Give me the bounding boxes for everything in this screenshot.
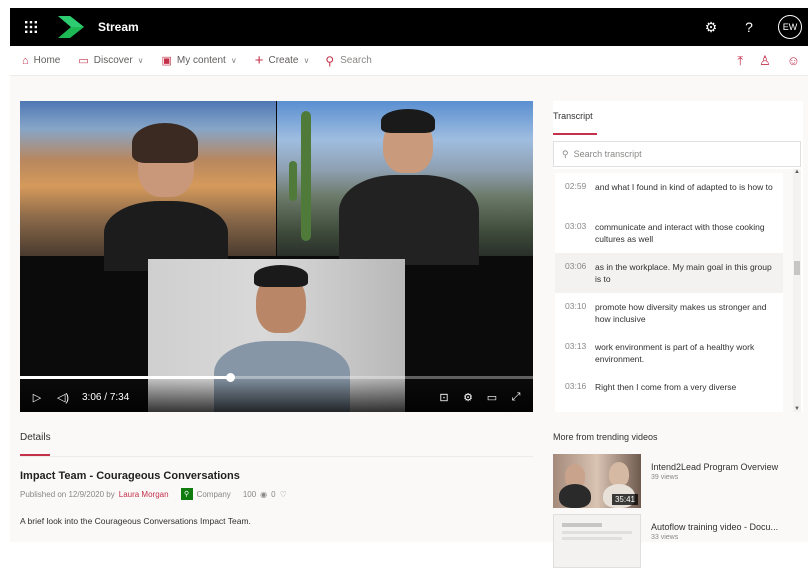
eye-icon: ◉ [260, 489, 268, 499]
seek-bar[interactable] [20, 373, 533, 382]
nav-create[interactable]: + Create ∨ [255, 52, 310, 69]
play-icon[interactable]: ▷ [30, 391, 44, 404]
video-meta: Published on 12/9/2020 by Laura Morgan ⚲… [20, 488, 287, 500]
search-placeholder: Search [340, 55, 372, 66]
discover-icon: ▭ [78, 55, 89, 67]
time-separator: / [104, 391, 108, 403]
search-icon: ⚲ [562, 148, 569, 159]
home-icon: ⌂ [22, 54, 29, 67]
person-icon[interactable]: ♙ [759, 53, 771, 69]
top-bar: Stream ⚙ ? EW [10, 8, 808, 46]
scroll-down-icon[interactable]: ▼ [793, 406, 801, 412]
video-thumbnail[interactable] [553, 514, 641, 568]
seek-bar-fill [20, 376, 231, 379]
nav-my-content-label: My content [176, 55, 226, 66]
transcript-entry[interactable]: 02:59 and what I found in kind of adapted… [555, 173, 783, 213]
nav-my-content[interactable]: ▣ My content ∨ [162, 54, 237, 67]
my-content-icon: ▣ [161, 55, 172, 67]
likes-count: 0 [271, 489, 276, 499]
chevron-down-icon: ∨ [230, 56, 237, 65]
transcript-timestamp[interactable]: 03:06 [555, 253, 595, 293]
scrollbar-thumb[interactable] [794, 261, 800, 275]
video-controls: ▷ ◁) 3:06 / 7:34 ⊡ ⚙ ▭ ⤢ [20, 373, 533, 412]
transcript-timestamp[interactable]: 03:13 [555, 333, 595, 373]
volume-icon[interactable]: ◁) [56, 391, 70, 404]
video-player[interactable]: ▷ ◁) 3:06 / 7:34 ⊡ ⚙ ▭ ⤢ [20, 101, 533, 412]
transcript-timestamp[interactable]: 02:59 [555, 173, 595, 213]
page-body: ▷ ◁) 3:06 / 7:34 ⊡ ⚙ ▭ ⤢ Details Impact … [10, 76, 808, 568]
transcript-title[interactable]: Transcript [553, 111, 593, 121]
transcript-search-placeholder: Search transcript [573, 149, 642, 159]
transcript-panel: Transcript ⚲ Search transcript 02:59 and … [553, 101, 803, 412]
upload-icon[interactable]: ⤒ [737, 53, 743, 69]
nav-home[interactable]: ⌂ Home [22, 55, 60, 67]
gear-icon[interactable]: ⚙ [702, 19, 720, 36]
trending-views: 39 views [651, 474, 679, 481]
search-icon: ⚲ [325, 53, 335, 68]
author-link[interactable]: Laura Morgan [119, 490, 169, 499]
heart-icon[interactable]: ♡ [280, 490, 287, 499]
transcript-text: work environment is part of a healthy wo… [595, 342, 755, 364]
nav-bar: ⌂ Home ▭ Discover ∨ ▣ My content ∨ + Cre… [10, 46, 808, 76]
nav-home-label: Home [33, 55, 61, 66]
chevron-down-icon: ∨ [303, 56, 310, 65]
trending-item[interactable]: Autoflow training video - Docu... 33 vie… [553, 514, 803, 570]
plus-icon: + [254, 52, 264, 69]
gear-icon[interactable]: ⚙ [461, 391, 475, 404]
trending-views: 33 views [651, 534, 679, 541]
tab-underline [553, 133, 597, 135]
help-icon[interactable]: ? [740, 19, 758, 35]
transcript-text: promote how diversity makes us stronger … [595, 302, 767, 324]
trending-item[interactable]: 35:41 Intend2Lead Program Overview 39 vi… [553, 454, 803, 510]
captions-icon[interactable]: ⊡ [437, 391, 451, 404]
trending-video-name[interactable]: Intend2Lead Program Overview [651, 462, 778, 472]
trending-video-name[interactable]: Autoflow training video - Docu... [651, 522, 778, 532]
transcript-text: and what I found in kind of adapted to i… [595, 182, 773, 192]
scroll-up-icon[interactable]: ▲ [793, 169, 801, 175]
company-icon: ⚲ [180, 488, 193, 500]
chevron-down-icon: ∨ [137, 56, 144, 65]
transcript-timestamp[interactable]: 03:16 [555, 373, 595, 412]
time-readout: 3:06 / 7:34 [82, 392, 129, 403]
transcript-entry[interactable]: 03:13 work environment is part of a healt… [555, 333, 783, 373]
tab-details[interactable]: Details [20, 432, 51, 443]
participant-tile [277, 101, 533, 265]
transcript-timestamp[interactable]: 03:03 [555, 213, 595, 253]
transcript-search-input[interactable]: ⚲ Search transcript [553, 141, 801, 167]
trending-title: More from trending videos [553, 432, 658, 442]
transcript-entry[interactable]: 03:03 communicate and interact with those… [555, 213, 783, 253]
app-name[interactable]: Stream [98, 20, 139, 34]
video-description: A brief look into the Courageous Convers… [20, 516, 251, 526]
transcript-entry[interactable]: 03:10 promote how diversity makes us stro… [555, 293, 783, 333]
video-thumbnail[interactable]: 35:41 [553, 454, 641, 508]
theater-mode-icon[interactable]: ▭ [485, 391, 499, 404]
search-input[interactable]: ⚲ Search [325, 54, 455, 68]
duration: 7:34 [109, 391, 130, 403]
fullscreen-icon[interactable]: ⤢ [509, 391, 523, 404]
participant-tile [20, 101, 276, 271]
views-count: 100 [242, 489, 257, 499]
published-text: Published on 12/9/2020 by [20, 489, 115, 499]
app-launcher-icon[interactable] [10, 8, 52, 46]
audience-label: Company [196, 489, 231, 499]
transcript-text: as in the workplace. My main goal in thi… [595, 262, 772, 284]
scrollbar[interactable]: ▲ ▼ [793, 169, 801, 412]
nav-discover-label: Discover [93, 55, 133, 66]
divider [20, 456, 533, 457]
smiley-icon[interactable]: ☺ [787, 53, 800, 69]
nav-discover[interactable]: ▭ Discover ∨ [78, 54, 143, 67]
seek-handle[interactable] [226, 373, 236, 382]
transcript-timestamp[interactable]: 03:10 [555, 293, 595, 333]
video-title: Impact Team - Courageous Conversations [20, 470, 240, 482]
transcript-entry[interactable]: 03:06 as in the workplace. My main goal i… [555, 253, 783, 293]
transcript-entry[interactable]: 03:16 Right then I come from a very diver… [555, 373, 783, 412]
stream-logo-icon[interactable] [52, 8, 92, 46]
avatar[interactable]: EW [778, 15, 802, 39]
transcript-text: communicate and interact with those cook… [595, 222, 765, 244]
transcript-list: 02:59 and what I found in kind of adapted… [553, 169, 793, 412]
nav-create-label: Create [268, 55, 299, 66]
current-time: 3:06 [82, 391, 102, 403]
transcript-text: Right then I come from a very diverse [595, 382, 737, 392]
duration-badge: 35:41 [611, 494, 638, 505]
